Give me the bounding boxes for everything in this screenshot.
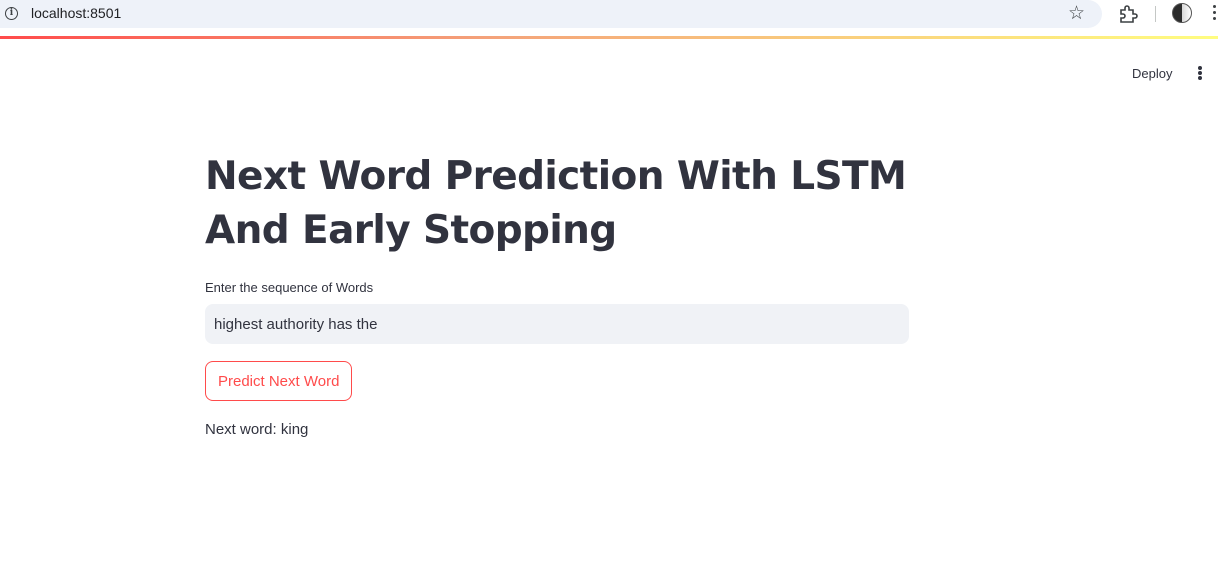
input-label: Enter the sequence of Words (205, 280, 374, 295)
browser-menu-icon[interactable] (1212, 5, 1218, 23)
address-bar[interactable]: i localhost:8501 (0, 0, 1102, 28)
header-decoration (0, 36, 1218, 39)
page-title: Next Word Prediction With LSTM And Early… (205, 154, 907, 253)
main-content: Next Word Prediction With LSTM And Early… (205, 150, 909, 441)
profile-icon[interactable] (1172, 3, 1192, 23)
prediction-result: Next word: king (205, 421, 309, 438)
deploy-button[interactable]: Deploy (1124, 62, 1180, 86)
extensions-icon[interactable] (1118, 5, 1138, 23)
star-icon[interactable]: ☆ (1068, 2, 1085, 24)
vertical-dots-icon[interactable] (1196, 66, 1204, 82)
browser-toolbar: i localhost:8501 ☆ (0, 0, 1218, 30)
predict-button[interactable]: Predict Next Word (205, 361, 353, 401)
toolbar-divider (1155, 6, 1156, 22)
sequence-input[interactable] (205, 304, 909, 344)
url-text[interactable]: localhost:8501 (31, 5, 121, 21)
info-icon[interactable]: i (5, 7, 18, 20)
